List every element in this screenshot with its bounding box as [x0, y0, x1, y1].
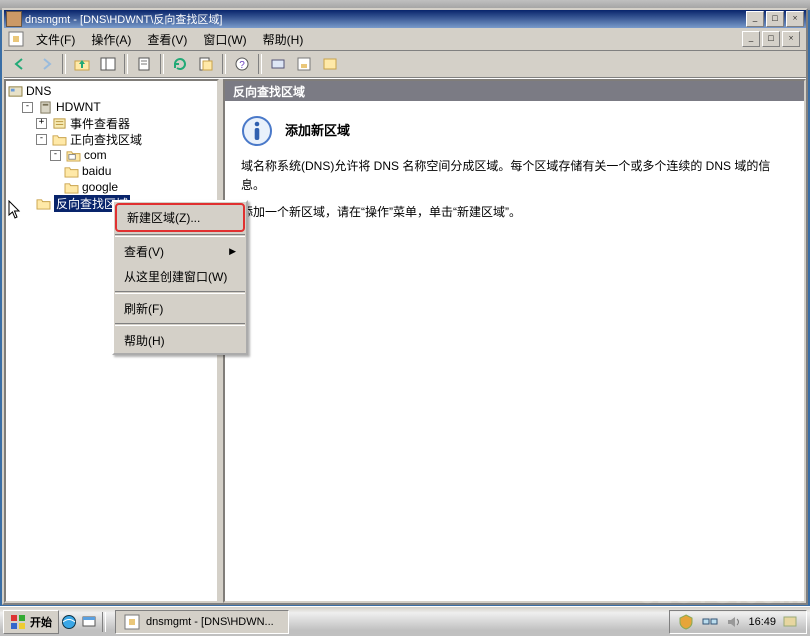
start-button[interactable]: 开始 [3, 610, 59, 634]
windows-flag-icon [10, 614, 26, 630]
info-paragraph-1: 域名称系统(DNS)允许将 DNS 名称空间分成区域。每个区域存储有关一个或多个… [241, 157, 788, 195]
content-body: 添加新区域 域名称系统(DNS)允许将 DNS 名称空间分成区域。每个区域存储有… [225, 101, 804, 601]
tree-label: com [84, 148, 107, 162]
tray-volume-icon[interactable] [726, 614, 742, 630]
collapse-icon[interactable]: - [36, 134, 47, 145]
context-menu-separator [115, 323, 245, 326]
ctx-refresh[interactable]: 刷新(F) [114, 296, 246, 321]
taskbar-entry-label: dnsmgmt - [DNS\HDWN... [146, 616, 274, 628]
tree-node-server[interactable]: - HDWNT [22, 99, 215, 115]
tree-node-google[interactable]: google [64, 179, 215, 195]
toolbar-separator [124, 54, 128, 74]
content-header: 反向查找区域 [225, 81, 804, 101]
mmc-icon [8, 31, 24, 47]
tree-label: HDWNT [56, 100, 101, 114]
forward-button[interactable] [34, 52, 58, 76]
tree-label: DNS [26, 84, 51, 98]
ctx-help[interactable]: 帮助(H) [114, 328, 246, 353]
context-menu: 新建区域(Z)... 查看(V) ▶ 从这里创建窗口(W) 刷新(F) 帮助(H) [112, 200, 248, 355]
tray-security-icon[interactable] [678, 614, 694, 630]
ie-icon[interactable] [61, 614, 77, 630]
tree-label: google [82, 180, 118, 194]
dns-tool-1-button[interactable] [266, 52, 290, 76]
up-one-level-button[interactable] [70, 52, 94, 76]
menu-window[interactable]: 窗口(W) [195, 29, 254, 50]
ctx-new-zone[interactable]: 新建区域(Z)... [115, 203, 245, 232]
tree-label: baidu [82, 164, 111, 178]
collapse-icon[interactable]: - [22, 102, 33, 113]
toolbar-separator [160, 54, 164, 74]
dns-tool-2-button[interactable] [292, 52, 316, 76]
context-menu-separator [115, 291, 245, 294]
taskbar-separator [102, 612, 106, 632]
taskbar-entry-dnsmgmt[interactable]: dnsmgmt - [DNS\HDWN... [115, 610, 289, 634]
export-list-button[interactable] [194, 52, 218, 76]
mmc-icon [124, 614, 140, 630]
window-title: dnsmgmt - [DNS\HDWNT\反向查找区域] [25, 11, 746, 27]
tree-node-baidu[interactable]: baidu [64, 163, 215, 179]
menu-help[interactable]: 帮助(H) [255, 29, 312, 50]
dns-root-icon [8, 85, 23, 98]
zone-icon [66, 149, 81, 162]
ctx-item-label: 查看(V) [124, 243, 164, 260]
info-paragraph-2: 添加一个新区域，请在“操作”菜单，单击“新建区域”。 [241, 203, 788, 222]
expand-icon[interactable]: + [36, 118, 47, 129]
show-desktop-icon[interactable] [81, 614, 97, 630]
close-button[interactable]: × [786, 11, 804, 27]
tree-node-event-viewer[interactable]: + 事件查看器 [36, 115, 215, 131]
start-label: 开始 [30, 614, 52, 630]
ctx-item-label: 从这里创建窗口(W) [124, 268, 227, 285]
menu-action[interactable]: 操作(A) [83, 29, 139, 50]
menubar: 文件(F) 操作(A) 查看(V) 窗口(W) 帮助(H) _ □ × [4, 28, 806, 51]
minimize-button[interactable]: _ [746, 11, 764, 27]
submenu-arrow-icon: ▶ [229, 246, 236, 257]
folder-open-icon [52, 133, 67, 146]
tree-node-dns-root[interactable]: DNS [8, 83, 215, 99]
menu-view[interactable]: 查看(V) [139, 29, 195, 50]
maximize-button[interactable]: □ [766, 11, 784, 27]
toolbar: ? [4, 51, 806, 78]
folder-open-icon [36, 197, 51, 210]
tree-label: 事件查看器 [70, 115, 130, 132]
system-tray[interactable]: 16:49 [669, 610, 807, 634]
window-titlebar[interactable]: dnsmgmt - [DNS\HDWNT\反向查找区域] _ □ × [4, 10, 806, 28]
tree-label: 正向查找区域 [70, 131, 142, 148]
collapse-icon[interactable]: - [50, 150, 61, 161]
tray-clock[interactable]: 16:49 [748, 616, 776, 628]
event-viewer-icon [52, 117, 67, 130]
tree-node-com[interactable]: - com [50, 147, 215, 163]
toolbar-separator [62, 54, 66, 74]
mdi-restore-button[interactable]: □ [762, 31, 780, 47]
ctx-view[interactable]: 查看(V) ▶ [114, 239, 246, 264]
properties-button[interactable] [132, 52, 156, 76]
tree-node-forward-zones[interactable]: - 正向查找区域 [36, 131, 215, 147]
svg-text:?: ? [239, 60, 245, 71]
info-icon [241, 115, 273, 147]
toolbar-separator [258, 54, 262, 74]
menu-file[interactable]: 文件(F) [28, 29, 83, 50]
show-hide-tree-button[interactable] [96, 52, 120, 76]
content-pane: 反向查找区域 添加新区域 域名称系统(DNS)允许将 DNS 名称空间分成区域。… [223, 79, 806, 603]
tray-network-icon[interactable] [702, 614, 718, 630]
mdi-minimize-button[interactable]: _ [742, 31, 760, 47]
back-button[interactable] [8, 52, 32, 76]
help-button[interactable]: ? [230, 52, 254, 76]
taskbar: 开始 dnsmgmt - [DNS\HDWN... 16:49 [0, 606, 810, 636]
dns-tool-3-button[interactable] [318, 52, 342, 76]
folder-icon [64, 181, 79, 194]
ctx-item-label: 帮助(H) [124, 332, 165, 349]
toolbar-separator [222, 54, 226, 74]
ctx-new-window[interactable]: 从这里创建窗口(W) [114, 264, 246, 289]
folder-icon [64, 165, 79, 178]
refresh-button[interactable] [168, 52, 192, 76]
ctx-item-label: 刷新(F) [124, 300, 163, 317]
server-icon [38, 101, 53, 114]
tray-desktop-icon[interactable] [782, 614, 798, 630]
ctx-item-label: 新建区域(Z)... [127, 209, 200, 226]
info-title: 添加新区域 [285, 121, 350, 142]
mdi-close-button[interactable]: × [782, 31, 800, 47]
context-menu-separator [115, 234, 245, 237]
mmc-icon [6, 11, 22, 27]
